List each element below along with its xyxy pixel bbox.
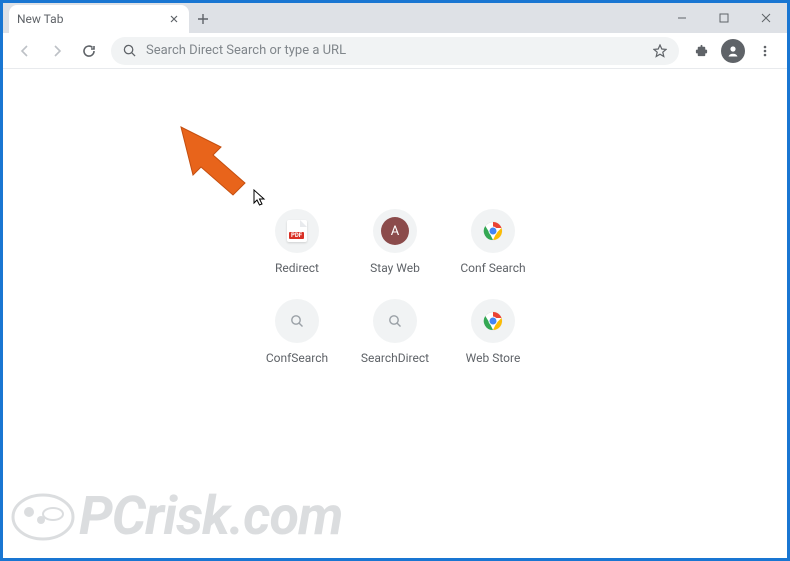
new-tab-button[interactable] — [189, 5, 217, 33]
address-bar[interactable]: Search Direct Search or type a URL — [111, 37, 679, 65]
chrome-icon — [471, 209, 515, 253]
shortcut-label: Redirect — [275, 261, 319, 275]
shortcut-label: SearchDirect — [361, 351, 429, 365]
tab-title: New Tab — [17, 12, 167, 26]
shortcut-label: ConfSearch — [266, 351, 328, 365]
bookmark-star-icon[interactable] — [653, 44, 667, 58]
maximize-button[interactable] — [703, 3, 745, 33]
tab-strip: New Tab — [3, 3, 787, 33]
menu-icon[interactable] — [751, 37, 779, 65]
extensions-icon[interactable] — [687, 37, 715, 65]
mouse-cursor-icon — [253, 189, 267, 207]
shortcuts-grid: Redirect A Stay Web Conf Search ConfSear… — [251, 209, 539, 365]
new-tab-page: Redirect A Stay Web Conf Search ConfSear… — [3, 69, 787, 558]
minimize-button[interactable] — [661, 3, 703, 33]
close-window-button[interactable] — [745, 3, 787, 33]
browser-tab[interactable]: New Tab — [9, 5, 189, 33]
annotation-arrow — [173, 119, 263, 199]
shortcut-redirect[interactable]: Redirect — [251, 209, 343, 275]
watermark-text: PCrisk.com — [79, 485, 342, 548]
search-icon — [275, 299, 319, 343]
watermark: PCrisk.com — [11, 485, 342, 548]
toolbar: Search Direct Search or type a URL — [3, 33, 787, 69]
shortcut-label: Web Store — [466, 351, 521, 365]
shortcut-searchdirect[interactable]: SearchDirect — [349, 299, 441, 365]
search-icon — [373, 299, 417, 343]
shortcut-label: Stay Web — [370, 261, 420, 275]
search-icon — [123, 44, 136, 57]
shortcut-conf-search[interactable]: Conf Search — [447, 209, 539, 275]
shortcut-label: Conf Search — [460, 261, 525, 275]
reload-button[interactable] — [75, 37, 103, 65]
pdf-icon — [275, 209, 319, 253]
address-bar-placeholder: Search Direct Search or type a URL — [146, 43, 653, 58]
shortcut-web-store[interactable]: Web Store — [447, 299, 539, 365]
forward-button[interactable] — [43, 37, 71, 65]
window-controls — [661, 3, 787, 33]
shortcut-stay-web[interactable]: A Stay Web — [349, 209, 441, 275]
back-button[interactable] — [11, 37, 39, 65]
chrome-icon — [471, 299, 515, 343]
close-tab-icon[interactable] — [167, 12, 181, 26]
letter-avatar-icon: A — [373, 209, 417, 253]
profile-avatar[interactable] — [719, 37, 747, 65]
shortcut-confsearch[interactable]: ConfSearch — [251, 299, 343, 365]
